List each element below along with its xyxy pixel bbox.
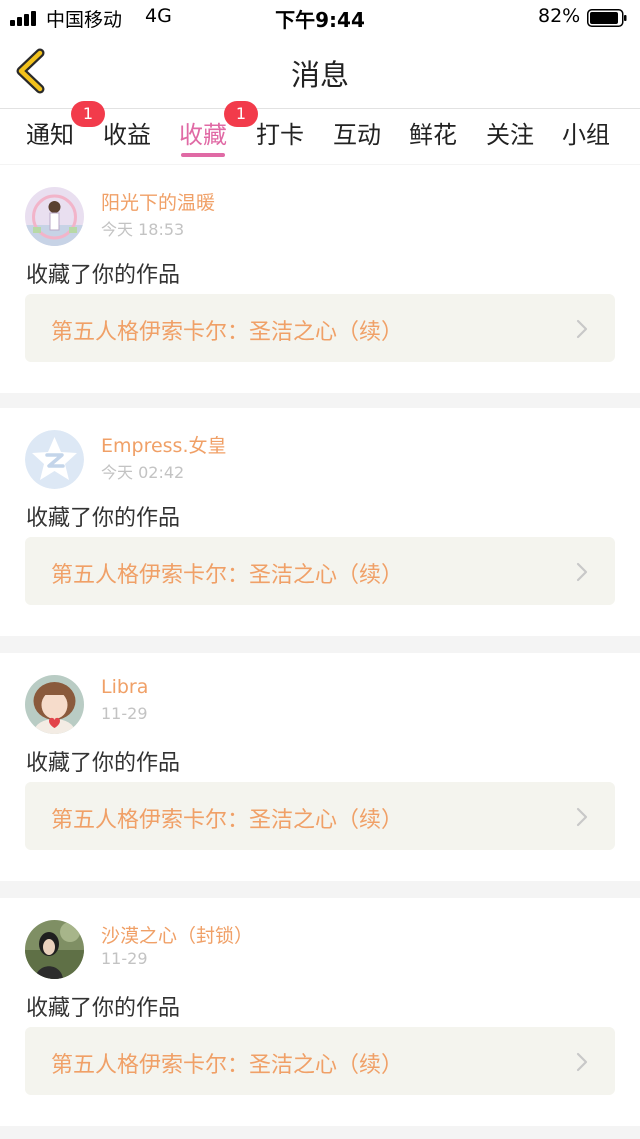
avatar-image bbox=[25, 430, 84, 489]
work-link[interactable]: 第五人格伊索卡尔：圣洁之心（续） bbox=[25, 1027, 615, 1095]
tab-label: 鲜花 bbox=[409, 121, 457, 149]
work-title: 第五人格伊索卡尔：圣洁之心（续） bbox=[51, 1053, 404, 1078]
timestamp: 11-29 bbox=[101, 704, 148, 723]
username[interactable]: Libra bbox=[101, 676, 148, 698]
tab-checkin[interactable]: 打卡 bbox=[256, 115, 304, 150]
tab-label: 收藏 bbox=[179, 121, 227, 149]
timestamp: 11-29 bbox=[101, 949, 148, 968]
timestamp: 今天 02:42 bbox=[101, 463, 185, 482]
username[interactable]: 沙漠之心（封锁） bbox=[101, 921, 253, 948]
unread-badge: 1 bbox=[224, 101, 258, 127]
tab-favorites[interactable]: 收藏 1 bbox=[179, 101, 258, 157]
tab-label: 关注 bbox=[486, 121, 534, 149]
status-bar: 中国移动 4G 下午9:44 82% bbox=[0, 0, 640, 34]
action-text: 收藏了你的作品 bbox=[26, 263, 181, 288]
timestamp: 今天 18:53 bbox=[101, 220, 185, 239]
tab-interactions[interactable]: 互动 bbox=[333, 115, 381, 150]
active-tab-indicator bbox=[181, 153, 225, 157]
avatar[interactable] bbox=[25, 675, 84, 734]
work-title: 第五人格伊索卡尔：圣洁之心（续） bbox=[51, 808, 404, 833]
work-link[interactable]: 第五人格伊索卡尔：圣洁之心（续） bbox=[25, 294, 615, 362]
avatar[interactable] bbox=[25, 430, 84, 489]
tab-bar: 通知 1 收益 收藏 1 打卡 互动 鲜花 关注 小组 bbox=[0, 101, 640, 164]
battery-percent: 82% bbox=[538, 5, 581, 27]
action-text: 收藏了你的作品 bbox=[26, 996, 181, 1021]
page-title: 消息 bbox=[290, 58, 349, 92]
chevron-right-icon bbox=[576, 319, 588, 339]
tab-label: 打卡 bbox=[256, 121, 304, 149]
work-link[interactable]: 第五人格伊索卡尔：圣洁之心（续） bbox=[25, 537, 615, 605]
tab-notifications[interactable]: 通知 1 bbox=[26, 101, 105, 150]
nav-header: 消息 bbox=[0, 34, 640, 109]
action-text: 收藏了你的作品 bbox=[26, 506, 181, 531]
message-item: Empress.女皇 今天 02:42 收藏了你的作品 第五人格伊索卡尔：圣洁之… bbox=[0, 408, 640, 636]
action-text: 收藏了你的作品 bbox=[26, 751, 181, 776]
username[interactable]: Empress.女皇 bbox=[101, 431, 227, 458]
message-item: 阳光下的温暖 今天 18:53 收藏了你的作品 第五人格伊索卡尔：圣洁之心（续） bbox=[0, 165, 640, 393]
unread-badge: 1 bbox=[71, 101, 105, 127]
work-title: 第五人格伊索卡尔：圣洁之心（续） bbox=[51, 563, 404, 588]
avatar[interactable] bbox=[25, 920, 84, 979]
chevron-right-icon bbox=[576, 1052, 588, 1072]
avatar-image bbox=[25, 187, 84, 246]
tab-label: 通知 bbox=[26, 121, 74, 149]
work-link[interactable]: 第五人格伊索卡尔：圣洁之心（续） bbox=[25, 782, 615, 850]
tab-label: 收益 bbox=[103, 121, 151, 149]
message-item: Libra 11-29 收藏了你的作品 第五人格伊索卡尔：圣洁之心（续） bbox=[0, 653, 640, 881]
avatar-image bbox=[25, 675, 84, 734]
avatar-image bbox=[25, 920, 84, 979]
tab-label: 小组 bbox=[562, 121, 610, 149]
battery-icon bbox=[587, 9, 627, 27]
chevron-right-icon bbox=[576, 562, 588, 582]
chevron-right-icon bbox=[576, 807, 588, 827]
username[interactable]: 阳光下的温暖 bbox=[101, 188, 215, 215]
message-item: 沙漠之心（封锁） 11-29 收藏了你的作品 第五人格伊索卡尔：圣洁之心（续） bbox=[0, 898, 640, 1126]
tab-groups[interactable]: 小组 bbox=[562, 115, 610, 150]
tab-earnings[interactable]: 收益 bbox=[103, 115, 151, 150]
avatar[interactable] bbox=[25, 187, 84, 246]
tab-follows[interactable]: 关注 bbox=[486, 115, 534, 150]
tab-flowers[interactable]: 鲜花 bbox=[409, 115, 457, 150]
work-title: 第五人格伊索卡尔：圣洁之心（续） bbox=[51, 320, 404, 345]
tab-label: 互动 bbox=[333, 121, 381, 149]
